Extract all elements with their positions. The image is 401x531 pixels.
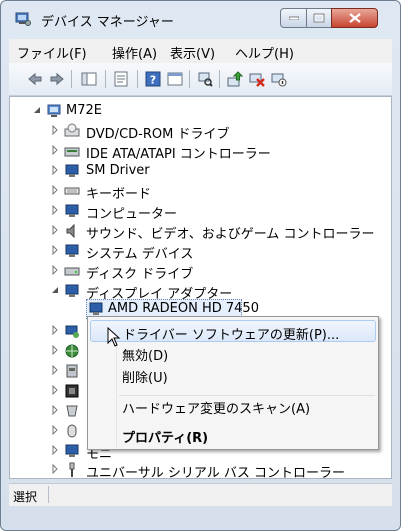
menu-file[interactable]: ファイル(F) [17, 43, 87, 62]
tree-label: DVD/CD-ROM ドライブ [86, 127, 230, 142]
properties-icon[interactable] [111, 69, 131, 89]
tree-label: IDE ATA/ATAPI コントローラー [86, 147, 271, 162]
mouse-cursor-icon [107, 327, 121, 347]
menu-disable[interactable]: 無効(D) [90, 342, 376, 364]
usb-icon [64, 462, 80, 478]
maximize-button[interactable] [306, 8, 332, 28]
svg-text:?: ? [150, 74, 156, 87]
ide-controller-icon [64, 143, 80, 159]
minimize-button[interactable] [280, 8, 307, 28]
sm-driver-icon [64, 163, 80, 179]
update-driver-icon[interactable] [225, 69, 245, 89]
storage-icon [64, 403, 80, 419]
menu-bar: ファイル(F) 操作(A) 表示(V) ヘルプ(H) [9, 39, 392, 63]
toolbar: ? [9, 63, 392, 96]
keyboard-icon [64, 183, 80, 199]
menu-item-label: プロパティ(R) [122, 431, 209, 446]
dvd-drive-icon [64, 123, 80, 139]
show-hide-tree-icon[interactable] [79, 69, 99, 89]
tree-label: システム デバイス [86, 247, 194, 262]
computer-icon [46, 103, 62, 119]
system-device-icon [64, 243, 80, 259]
menu-item-label: 削除(U) [122, 371, 168, 386]
device-manager-icon [15, 12, 31, 26]
root-label: M72E [66, 103, 102, 118]
tree-label: AMD RADEON HD 7450 [108, 301, 259, 316]
tree-label: SM Driver [86, 163, 150, 178]
menu-action[interactable]: 操作(A) [112, 43, 157, 62]
disk-drive-icon [64, 263, 80, 279]
mouse-icon [64, 423, 80, 439]
disable-icon[interactable] [269, 69, 289, 89]
menu-item-label: 無効(D) [122, 349, 169, 364]
back-icon[interactable] [25, 69, 45, 89]
tree-label: サウンド、ビデオ、およびゲーム コントローラー [86, 227, 375, 242]
tree-label: コンピューター [86, 207, 178, 222]
computer-icon [64, 203, 80, 219]
title-bar: デバイス マネージャー [1, 1, 400, 35]
menu-update-driver[interactable]: ドライバー ソフトウェアの更新(P)... [90, 320, 376, 343]
status-bar: 選択 [9, 483, 392, 506]
globe-icon [64, 343, 80, 359]
menu-scan-hardware[interactable]: ハードウェア変更のスキャン(A) [90, 395, 376, 417]
tree-label: キーボード [86, 187, 152, 202]
window-title: デバイス マネージャー [41, 15, 174, 30]
speaker-icon [64, 223, 80, 239]
display-adapter-icon [64, 283, 80, 299]
tree-label: ディスク ドライブ [86, 267, 194, 282]
uninstall-icon[interactable] [247, 69, 267, 89]
scan-hardware-icon[interactable] [195, 69, 215, 89]
menu-help[interactable]: ヘルプ(H) [235, 43, 294, 62]
help-icon[interactable]: ? [143, 69, 163, 89]
forward-icon[interactable] [47, 69, 67, 89]
tree-label: ユニバーサル シリアル バス コントローラー [86, 466, 346, 479]
network-icon [64, 323, 80, 339]
display-adapter-icon [88, 301, 104, 317]
device-manager-window: デバイス マネージャー ファイル(F) 操作(A) 表示(V) ヘルプ(H) ? [0, 0, 401, 531]
context-menu: ドライバー ソフトウェアの更新(P)... 無効(D) 削除(U) ハードウェア… [87, 316, 379, 450]
action-view-icon[interactable] [165, 69, 185, 89]
status-text: 選択 [13, 490, 38, 504]
menu-view[interactable]: 表示(V) [170, 43, 215, 62]
close-button[interactable] [331, 8, 378, 28]
menu-item-label: ドライバー ソフトウェアの更新(P)... [123, 328, 340, 343]
monitor-icon [64, 443, 80, 459]
menu-uninstall[interactable]: 削除(U) [90, 364, 376, 386]
processor-icon [64, 383, 80, 399]
menu-properties[interactable]: プロパティ(R) [90, 424, 376, 446]
menu-item-label: ハードウェア変更のスキャン(A) [122, 402, 311, 417]
port-icon [64, 363, 80, 379]
